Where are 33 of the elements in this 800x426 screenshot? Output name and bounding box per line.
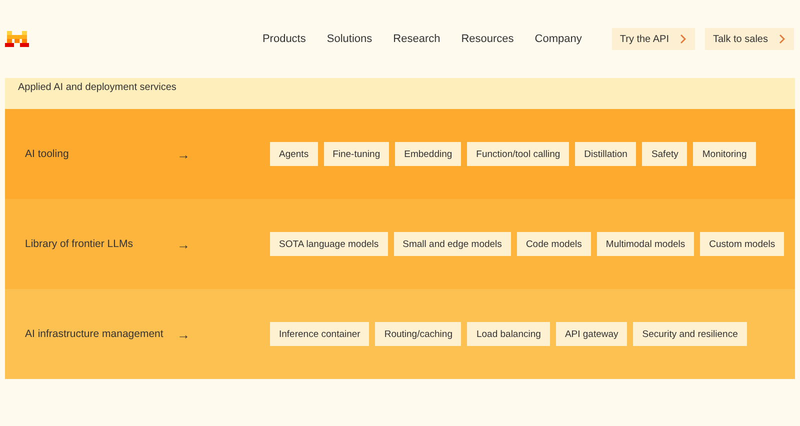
service-tag[interactable]: Routing/caching <box>375 322 462 346</box>
service-tag[interactable]: Agents <box>270 142 318 166</box>
service-tag[interactable]: API gateway <box>556 322 628 346</box>
category-label: AI infrastructure management <box>25 328 164 340</box>
panel-title: Applied AI and deployment services <box>18 82 176 93</box>
service-tag[interactable]: Safety <box>642 142 688 166</box>
service-tag[interactable]: Distillation <box>575 142 636 166</box>
service-tag[interactable]: Multimodal models <box>596 232 694 256</box>
service-tag[interactable]: Load balancing <box>467 322 550 346</box>
chevron-right-icon <box>779 34 785 44</box>
nav-link[interactable]: Company <box>534 33 582 45</box>
nav-link[interactable]: Solutions <box>326 33 372 45</box>
arrow[interactable]: → <box>177 326 270 342</box>
arrow[interactable]: → <box>177 236 270 252</box>
service-tag[interactable]: Function/tool calling <box>467 142 570 166</box>
nav-link[interactable]: Research <box>393 33 440 45</box>
service-tag[interactable]: Code models <box>516 232 591 256</box>
category-label: Library of frontier LLMs <box>25 238 134 250</box>
nav-link[interactable]: Resources <box>461 33 514 45</box>
service-tag[interactable]: Embedding <box>395 142 462 166</box>
nav-button[interactable]: Try the API <box>612 28 695 50</box>
service-tag[interactable]: Fine-tuning <box>324 142 390 166</box>
service-tag[interactable]: Security and resilience <box>633 322 747 346</box>
nav-button[interactable]: Talk to sales <box>704 28 794 50</box>
service-tag[interactable]: Small and edge models <box>394 232 511 256</box>
chevron-right-icon <box>680 34 686 44</box>
arrow[interactable]: → <box>177 146 270 162</box>
service-tag[interactable]: Inference container <box>270 322 370 346</box>
service-tag[interactable]: SOTA language models <box>270 232 388 256</box>
service-tag[interactable]: Monitoring <box>693 142 756 166</box>
nav-link[interactable]: Products <box>262 33 306 45</box>
category-label: AI tooling <box>25 148 70 160</box>
service-tag[interactable]: Custom models <box>700 232 784 256</box>
